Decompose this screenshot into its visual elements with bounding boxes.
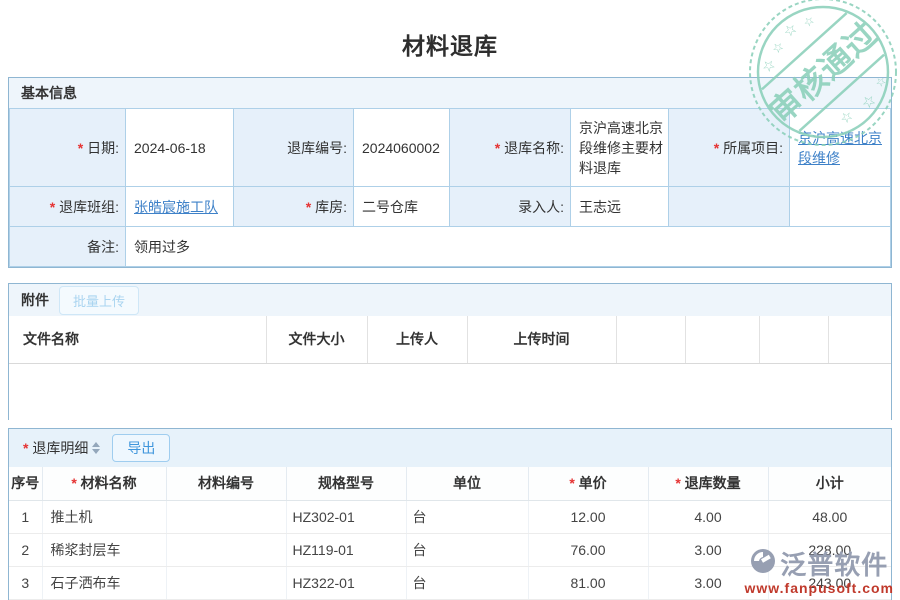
col-extra-1 <box>616 316 685 363</box>
cell-subtotal: 48.00 <box>768 500 891 533</box>
col-upload-time: 上传时间 <box>467 316 616 363</box>
export-button[interactable]: 导出 <box>112 434 170 462</box>
page: 材料退库 基本信息 日期: 2024-06-18 退库编号: 202406000… <box>0 0 900 600</box>
cell-unit: 台 <box>406 500 528 533</box>
recorder-label: 录入人: <box>518 199 564 215</box>
recorder-value: 王志远 <box>571 187 669 227</box>
col-unit: 单位 <box>406 467 528 500</box>
remark-label: 备注: <box>87 239 119 255</box>
cell-qty: 3.00 <box>648 533 768 566</box>
project-label: 所属项目: <box>714 140 783 156</box>
table-row: 2 稀浆封层车 HZ119-01 台 76.00 3.00 228.00 <box>9 533 891 566</box>
cell-code <box>166 500 286 533</box>
cell-unit: 台 <box>406 533 528 566</box>
col-material-code: 材料编号 <box>166 467 286 500</box>
empty-label-cell <box>669 187 790 227</box>
cell-spec: HZ302-01 <box>286 500 406 533</box>
sort-icon[interactable] <box>92 442 100 454</box>
cell-subtotal: 243.00 <box>768 566 891 599</box>
table-row: 3 石子洒布车 HZ322-01 台 81.00 3.00 243.00 <box>9 566 891 599</box>
page-title: 材料退库 <box>0 27 900 61</box>
col-file-size: 文件大小 <box>266 316 367 363</box>
col-price: 单价 <box>569 475 606 491</box>
cell-price: 76.00 <box>528 533 648 566</box>
col-extra-2 <box>685 316 759 363</box>
cell-spec: HZ119-01 <box>286 533 406 566</box>
batch-upload-button[interactable]: 批量上传 <box>59 286 139 315</box>
project-link[interactable]: 京沪高速北京段维修 <box>798 130 882 166</box>
warehouse-label: 库房: <box>306 199 347 215</box>
attachments-panel: 附件 批量上传 文件名称 文件大小 上传人 上传时间 <box>8 283 892 420</box>
warehouse-value: 二号仓库 <box>354 187 450 227</box>
basic-info-form: 日期: 2024-06-18 退库编号: 2024060002 退库名称: 京沪… <box>9 108 891 267</box>
return-no-value: 2024060002 <box>354 109 450 187</box>
cell-name: 稀浆封层车 <box>42 533 166 566</box>
col-file-name: 文件名称 <box>9 316 266 363</box>
team-link[interactable]: 张皓宸施工队 <box>134 199 218 215</box>
basic-info-panel: 基本信息 日期: 2024-06-18 退库编号: 2024060002 退库名… <box>8 77 892 268</box>
col-extra-4 <box>828 316 891 363</box>
cell-qty: 3.00 <box>648 566 768 599</box>
team-label: 退库班组: <box>50 199 119 215</box>
col-subtotal: 小计 <box>768 467 891 500</box>
cell-qty: 4.00 <box>648 500 768 533</box>
col-material-name: 材料名称 <box>71 475 136 491</box>
return-name-label: 退库名称: <box>495 140 564 156</box>
cell-name: 推土机 <box>42 500 166 533</box>
return-no-label: 退库编号: <box>287 140 347 156</box>
cell-spec: HZ322-01 <box>286 566 406 599</box>
detail-header: 退库明细 导出 <box>9 429 891 467</box>
attachments-section-title: 附件 <box>21 290 49 310</box>
detail-panel: 退库明细 导出 序号 材料名称 材料编号 规格型号 单位 单价 退库数量 小计 … <box>8 428 892 600</box>
col-seq: 序号 <box>9 467 42 500</box>
col-extra-3 <box>759 316 828 363</box>
detail-section-title: 退库明细 <box>23 438 88 458</box>
cell-unit: 台 <box>406 566 528 599</box>
table-row: 1 推土机 HZ302-01 台 12.00 4.00 48.00 <box>9 500 891 533</box>
date-label: 日期: <box>78 140 119 156</box>
detail-table: 序号 材料名称 材料编号 规格型号 单位 单价 退库数量 小计 1 推土机 HZ… <box>9 467 891 600</box>
cell-subtotal: 228.00 <box>768 533 891 566</box>
col-uploader: 上传人 <box>367 316 467 363</box>
cell-seq: 3 <box>9 566 42 599</box>
col-spec: 规格型号 <box>286 467 406 500</box>
cell-price: 81.00 <box>528 566 648 599</box>
return-name-value: 京沪高速北京段维修主要材料退库 <box>571 109 669 187</box>
date-value: 2024-06-18 <box>126 109 234 187</box>
empty-value-cell <box>790 187 891 227</box>
cell-price: 12.00 <box>528 500 648 533</box>
cell-code <box>166 533 286 566</box>
cell-seq: 1 <box>9 500 42 533</box>
remark-value: 领用过多 <box>126 227 891 267</box>
col-qty: 退库数量 <box>675 475 740 491</box>
cell-code <box>166 566 286 599</box>
cell-seq: 2 <box>9 533 42 566</box>
attachments-header: 附件 批量上传 <box>9 284 891 316</box>
cell-name: 石子洒布车 <box>42 566 166 599</box>
attachments-empty-area <box>9 364 891 420</box>
attachments-table: 文件名称 文件大小 上传人 上传时间 <box>9 316 891 364</box>
basic-info-section-title: 基本信息 <box>9 78 891 108</box>
